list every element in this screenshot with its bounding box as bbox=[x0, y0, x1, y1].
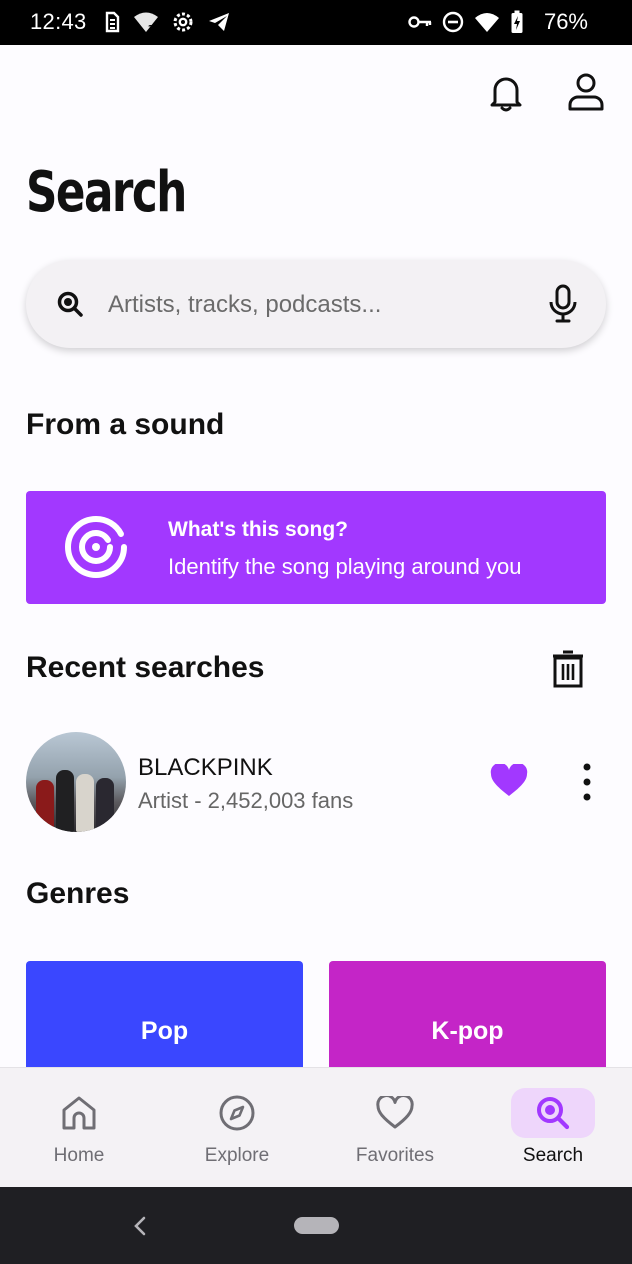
nav-explore[interactable]: Explore bbox=[158, 1068, 316, 1188]
search-icon bbox=[57, 291, 83, 317]
genre-label: K-pop bbox=[431, 1017, 504, 1045]
profile-icon bbox=[568, 73, 604, 111]
bottom-navigation: Home Explore Favorites Search bbox=[0, 1067, 632, 1188]
genre-label: Pop bbox=[140, 1017, 189, 1045]
compass-icon bbox=[195, 1088, 279, 1138]
artist-meta: Artist - 2,452,003 fans bbox=[138, 788, 354, 813]
nav-label: Home bbox=[53, 1145, 105, 1166]
recent-search-item[interactable]: BLACKPINK Artist - 2,452,003 fans bbox=[26, 732, 606, 832]
more-options-icon[interactable] bbox=[576, 762, 598, 802]
dnd-icon bbox=[442, 11, 464, 33]
genres-heading: Genres bbox=[26, 877, 130, 910]
nav-label: Search bbox=[522, 1145, 584, 1166]
nav-search[interactable]: Search bbox=[474, 1068, 632, 1188]
sound-recognition-icon bbox=[65, 515, 127, 578]
nav-label: Explore bbox=[204, 1145, 270, 1166]
nav-label: Favorites bbox=[355, 1145, 435, 1166]
recent-searches-heading: Recent searches bbox=[26, 651, 265, 684]
home-icon bbox=[37, 1088, 121, 1138]
clear-history-icon[interactable] bbox=[552, 650, 584, 688]
page-title: Search bbox=[26, 160, 187, 225]
wifi-question-icon: ? bbox=[134, 12, 158, 33]
profile-button[interactable] bbox=[564, 70, 608, 114]
svg-text:?: ? bbox=[148, 24, 154, 33]
home-gesture-pill[interactable] bbox=[294, 1217, 339, 1234]
nav-favorites[interactable]: Favorites bbox=[316, 1068, 474, 1188]
system-navigation-bar bbox=[0, 1187, 632, 1264]
song-identify-subtitle: Identify the song playing around you bbox=[168, 554, 522, 579]
search-icon bbox=[511, 1088, 595, 1138]
song-identify-card[interactable]: What's this song? Identify the song play… bbox=[26, 491, 606, 604]
artist-avatar bbox=[26, 732, 126, 832]
back-icon[interactable] bbox=[130, 1211, 150, 1241]
wifi-icon bbox=[475, 13, 499, 32]
battery-percent: 76% bbox=[543, 9, 588, 34]
liked-heart-icon[interactable] bbox=[490, 764, 528, 798]
vpn-key-icon bbox=[408, 16, 432, 28]
heart-icon bbox=[353, 1088, 437, 1138]
nav-home[interactable]: Home bbox=[0, 1068, 158, 1188]
telegram-icon bbox=[209, 13, 229, 31]
sim-icon bbox=[105, 11, 120, 33]
artist-name: BLACKPINK bbox=[138, 754, 273, 781]
song-identify-title: What's this song? bbox=[168, 518, 348, 541]
microphone-icon[interactable] bbox=[548, 284, 578, 324]
status-bar: 12:43 ? 76% bbox=[0, 0, 632, 45]
header-actions bbox=[484, 70, 608, 114]
bell-icon bbox=[490, 77, 522, 112]
battery-icon bbox=[511, 10, 523, 33]
notifications-button[interactable] bbox=[484, 70, 528, 114]
settings-icon bbox=[173, 12, 193, 32]
from-sound-heading: From a sound bbox=[26, 408, 225, 441]
search-bar[interactable] bbox=[26, 260, 606, 348]
search-input[interactable] bbox=[106, 282, 540, 328]
status-time: 12:43 bbox=[30, 9, 87, 34]
